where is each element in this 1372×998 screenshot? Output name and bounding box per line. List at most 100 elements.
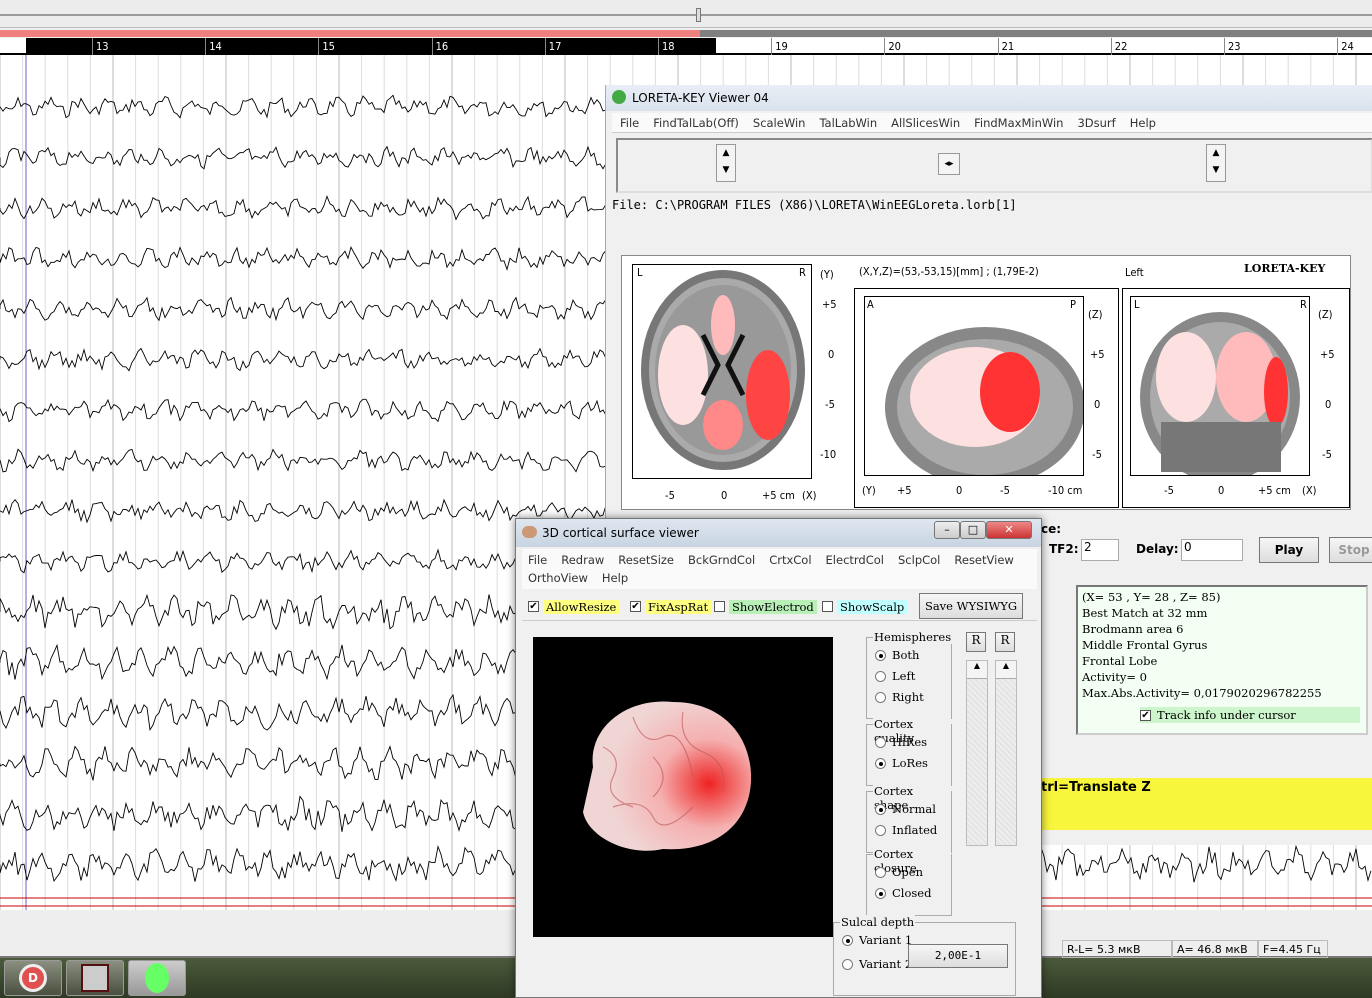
radio-both[interactable]: Both bbox=[875, 648, 919, 662]
vertical-scrollbar-1[interactable]: ▲ bbox=[966, 660, 988, 846]
viewer-menu-help[interactable]: Help bbox=[602, 571, 628, 585]
radio-closed[interactable]: Closed bbox=[875, 886, 931, 900]
radio-variant-2[interactable]: Variant 2 bbox=[842, 957, 912, 971]
info-line: Middle Frontal Gyrus bbox=[1082, 638, 1208, 652]
loreta-menu-tallabwin[interactable]: TalLabWin bbox=[819, 116, 877, 130]
viewer-menu-crtxcol[interactable]: CrtxCol bbox=[769, 553, 811, 567]
taskbar-app-loreta[interactable] bbox=[128, 960, 186, 996]
radio-hires[interactable]: HiRes bbox=[875, 735, 927, 749]
slice-spinner-2[interactable]: ▲ ▼ bbox=[1206, 144, 1226, 182]
info-lines: (X= 53 , Y= 28 , Z= 85) Best Match at 32 … bbox=[1082, 589, 1362, 701]
radio-icon bbox=[875, 736, 886, 748]
time-ruler: 13 14 15 16 17 18 19 20 21 22 23 24 bbox=[0, 38, 1372, 55]
vertical-scrollbar-2[interactable]: ▲ bbox=[995, 660, 1017, 846]
loreta-app-icon bbox=[612, 90, 626, 104]
radio-open[interactable]: Open bbox=[875, 865, 923, 879]
viewer-title-bar[interactable]: 3D cortical surface viewer – □ ✕ bbox=[516, 519, 1041, 547]
sagittal-xtick: -10 cm bbox=[1048, 484, 1083, 497]
checkbox-allowresize[interactable]: ✔ AllowResize bbox=[528, 598, 623, 615]
delay-label: Delay: bbox=[1136, 542, 1179, 556]
sagittal-left-label: A bbox=[867, 298, 874, 311]
viewer-menu-orthoview[interactable]: OrthoView bbox=[528, 571, 588, 585]
viewer-menu-electrdcol[interactable]: ElectrdCol bbox=[826, 553, 884, 567]
axial-right-label: R bbox=[799, 266, 806, 279]
close-button[interactable]: ✕ bbox=[986, 521, 1032, 539]
sulcal-depth-value-button[interactable]: 2,00E-1 bbox=[908, 944, 1008, 968]
hemispheres-group: Hemispheres Both Left Right bbox=[866, 630, 953, 719]
axial-slice[interactable] bbox=[632, 264, 812, 479]
sagittal-slice[interactable] bbox=[864, 296, 1085, 487]
scroll-up-icon[interactable]: ▲ bbox=[967, 661, 987, 679]
scroll-up-icon[interactable]: ▲ bbox=[996, 661, 1016, 679]
time-slider-track[interactable] bbox=[0, 14, 1372, 16]
loreta-menu-findmaxminwin[interactable]: FindMaxMinWin bbox=[974, 116, 1063, 130]
status-rl: R-L= 5.3 мкВ bbox=[1062, 940, 1172, 958]
cortex-surface-image bbox=[583, 701, 752, 851]
reset-rotation-button-1[interactable]: R bbox=[966, 632, 986, 652]
coronal-left-label: L bbox=[1134, 298, 1140, 311]
viewer-menu-resetview[interactable]: ResetView bbox=[954, 553, 1013, 567]
coronal-ytick: +5 bbox=[1320, 348, 1335, 361]
loreta-menu-findtallab-off-[interactable]: FindTalLab(Off) bbox=[653, 116, 739, 130]
record-progress-bar[interactable] bbox=[0, 30, 1372, 37]
checkbox-label: ShowScalp bbox=[837, 599, 908, 614]
radio-label: Inflated bbox=[892, 823, 938, 837]
viewer-menu-sclpcol[interactable]: SclpCol bbox=[898, 553, 940, 567]
radio-left[interactable]: Left bbox=[875, 669, 915, 683]
radio-label: Variant 2 bbox=[859, 957, 913, 971]
radio-right[interactable]: Right bbox=[875, 690, 924, 704]
save-wysiwyg-button[interactable]: Save WYSIWYG bbox=[919, 593, 1023, 619]
viewer-menu-bckgrndcol[interactable]: BckGrndCol bbox=[688, 553, 755, 567]
axial-ytick: -5 bbox=[825, 398, 835, 411]
taskbar-app-d[interactable]: D bbox=[4, 960, 62, 996]
coronal-brain-image bbox=[1140, 312, 1300, 482]
loreta-menu-scalewin[interactable]: ScaleWin bbox=[753, 116, 806, 130]
axial-xtick: (X) bbox=[802, 489, 817, 502]
slice-spinner-horizontal[interactable]: ◂▸ bbox=[938, 153, 960, 175]
viewer-menu-redraw[interactable]: Redraw bbox=[561, 553, 604, 567]
loreta-menu-allsliceswin[interactable]: AllSlicesWin bbox=[891, 116, 960, 130]
loreta-menu-help[interactable]: Help bbox=[1130, 116, 1156, 130]
reset-rotation-button-2[interactable]: R bbox=[995, 632, 1015, 652]
loreta-menu-file[interactable]: File bbox=[620, 116, 639, 130]
radio-inflated[interactable]: Inflated bbox=[875, 823, 937, 837]
delay-input[interactable]: 0 bbox=[1181, 539, 1243, 561]
track-info-checkbox[interactable]: ✔ Track info under cursor bbox=[1140, 707, 1360, 723]
checkbox-checked-icon: ✔ bbox=[528, 601, 539, 612]
viewer-menu-file[interactable]: File bbox=[528, 553, 547, 567]
radio-label: Normal bbox=[892, 802, 936, 816]
minimize-button[interactable]: – bbox=[934, 521, 960, 539]
stop-button[interactable]: Stop bbox=[1329, 537, 1372, 563]
checkbox-showelectrod[interactable]: ShowElectrod bbox=[714, 598, 821, 615]
loreta-title-bar[interactable]: LORETA-KEY Viewer 04 bbox=[606, 85, 1372, 111]
ruler-tick-label: 20 bbox=[884, 38, 901, 55]
time-slider-thumb[interactable] bbox=[696, 8, 701, 22]
checkbox-fixasprat[interactable]: ✔ FixAspRat bbox=[630, 598, 715, 615]
brain-app-icon bbox=[522, 526, 537, 538]
radio-icon bbox=[842, 934, 853, 946]
checkbox-showscalp[interactable]: ShowScalp bbox=[822, 598, 911, 615]
radio-variant-1[interactable]: Variant 1 bbox=[842, 933, 912, 947]
radio-normal[interactable]: Normal bbox=[875, 802, 936, 816]
loreta-menu-bar: File FindTalLab(Off) ScaleWin TalLabWin AllS… bbox=[612, 113, 1372, 133]
slice-spinner-1[interactable]: ▲ ▼ bbox=[716, 144, 736, 182]
axial-left-label: L bbox=[637, 266, 643, 279]
radio-label: Closed bbox=[892, 886, 932, 900]
checkbox-empty-icon bbox=[714, 601, 725, 612]
play-button[interactable]: Play bbox=[1259, 537, 1319, 563]
axial-ytick: -10 bbox=[820, 448, 837, 461]
loreta-menu-3dsurf[interactable]: 3Dsurf bbox=[1077, 116, 1115, 130]
coronal-slice[interactable] bbox=[1130, 296, 1310, 482]
sagittal-axis-label: (Z) bbox=[1088, 308, 1103, 321]
taskbar-app-eye[interactable] bbox=[66, 960, 124, 996]
tf2-input[interactable]: 2 bbox=[1081, 539, 1119, 561]
viewer-options: Save WYSIWYG ✔ AllowResize ✔ FixAspRat ShowE… bbox=[522, 591, 1037, 621]
viewer-menu-resetsize[interactable]: ResetSize bbox=[618, 553, 674, 567]
maximize-button[interactable]: □ bbox=[960, 521, 986, 539]
radio-lores[interactable]: LoRes bbox=[875, 756, 928, 770]
coronal-xtick: -5 bbox=[1164, 484, 1174, 497]
sagittal-ytick: -5 bbox=[1092, 448, 1102, 461]
radio-icon bbox=[875, 887, 886, 899]
ruler-tick-label: 19 bbox=[771, 38, 788, 55]
3d-render-canvas[interactable] bbox=[533, 637, 833, 937]
